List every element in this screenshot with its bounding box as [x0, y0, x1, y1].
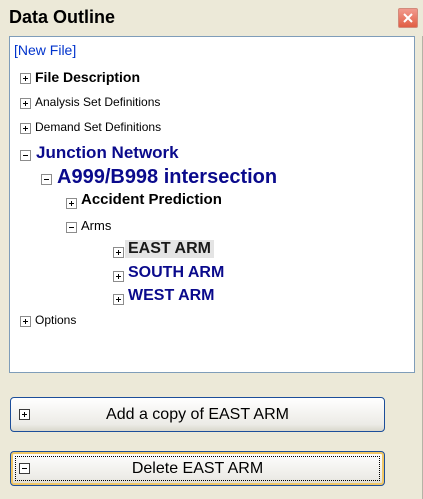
tree-item-label: File Description — [35, 69, 141, 85]
tree-item-label: Junction Network — [36, 143, 179, 162]
tree-item-label: Accident Prediction — [81, 191, 222, 208]
delete-button[interactable]: Delete EAST ARM — [10, 451, 385, 486]
expand-plus-icon[interactable] — [66, 198, 77, 209]
collapse-minus-icon[interactable] — [66, 222, 77, 233]
add-copy-button[interactable]: Add a copy of EAST ARM — [10, 397, 385, 432]
expand-plus-icon[interactable] — [20, 316, 31, 327]
data-outline-tree[interactable]: [New File] File Description Analysis Set… — [9, 36, 415, 373]
tree-item-label: SOUTH ARM — [128, 264, 225, 281]
add-copy-button-label: Add a copy of EAST ARM — [106, 406, 289, 423]
tree-item-label: Analysis Set Definitions — [35, 95, 161, 109]
panel-title: Data Outline — [9, 7, 116, 27]
panel-titlebar: Data Outline — [0, 0, 423, 36]
tree-item-label: Demand Set Definitions — [35, 120, 162, 134]
expand-plus-icon[interactable] — [113, 271, 124, 282]
tree-item-label: WEST ARM — [128, 287, 215, 304]
data-outline-panel: Data Outline [New File] File Description… — [0, 0, 423, 499]
expand-plus-icon[interactable] — [20, 73, 31, 84]
collapse-minus-icon[interactable] — [20, 150, 31, 161]
expand-plus-icon[interactable] — [20, 123, 31, 134]
tree-item-label: A999/B998 intersection — [57, 166, 278, 188]
tree-item-label: EAST ARM — [125, 240, 214, 258]
tree-item-label: Options — [35, 313, 77, 327]
close-icon — [403, 13, 413, 23]
expand-plus-icon[interactable] — [113, 294, 124, 305]
delete-button-label: Delete EAST ARM — [131, 460, 264, 477]
tree-root-new-file[interactable]: [New File] — [14, 42, 76, 58]
tree-item-label: Arms — [81, 218, 112, 233]
close-button[interactable] — [398, 8, 418, 28]
expand-plus-icon[interactable] — [113, 247, 124, 258]
expand-plus-icon[interactable] — [20, 98, 31, 109]
collapse-minus-icon[interactable] — [41, 174, 52, 185]
